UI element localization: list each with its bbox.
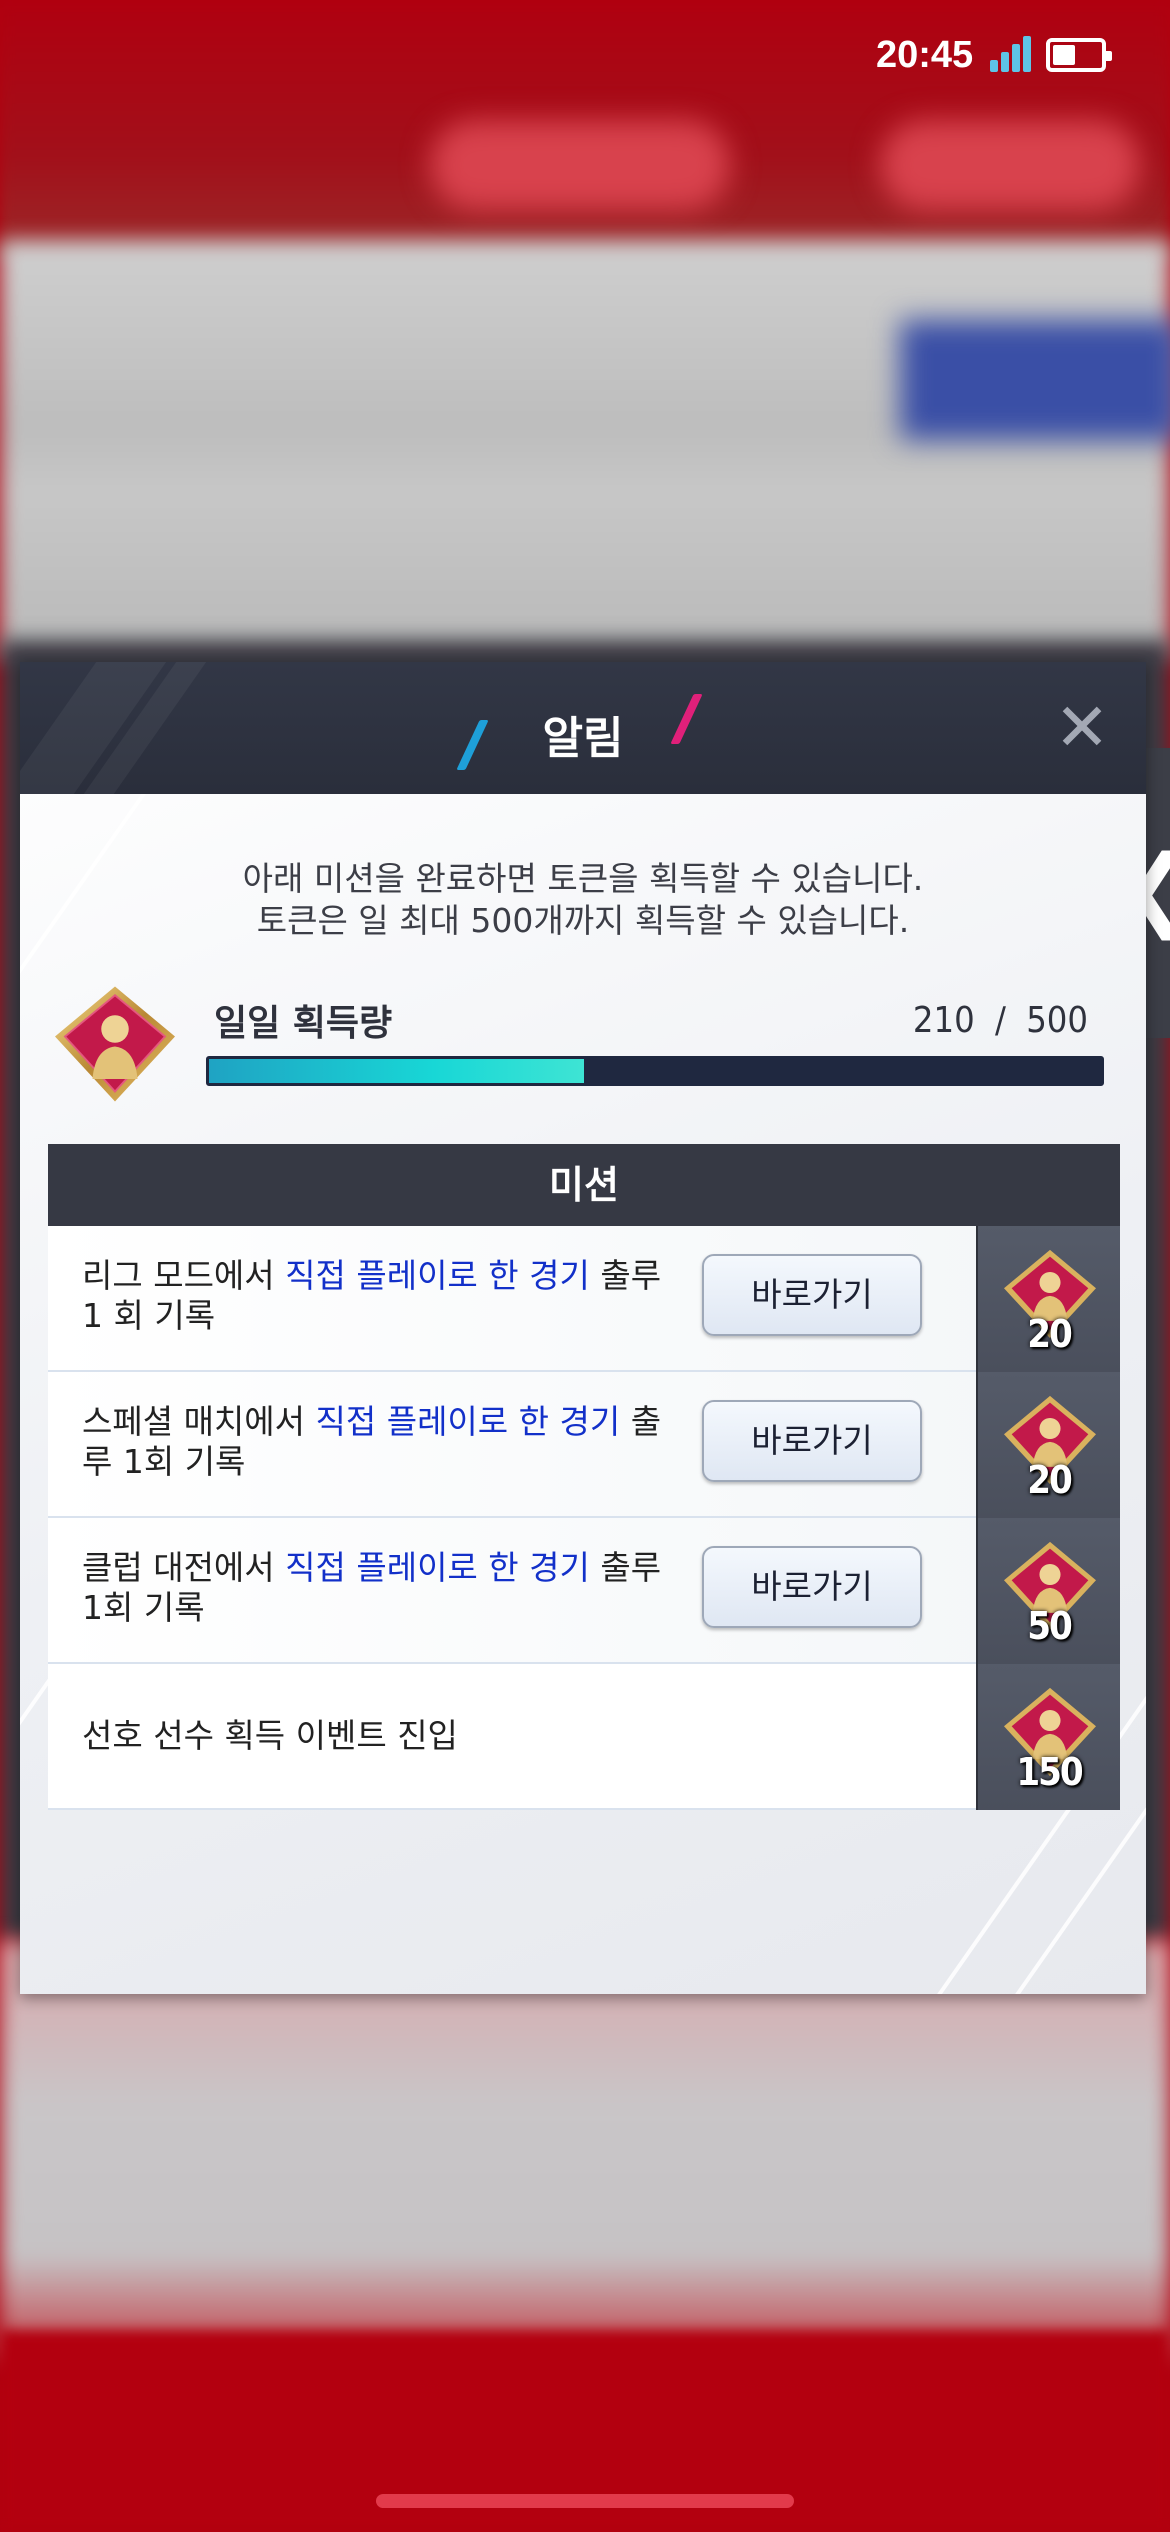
daily-max-value: 500 xyxy=(1026,1000,1088,1041)
daily-current-value: 210 xyxy=(912,1000,975,1041)
daily-earned-count: 210 / 500 xyxy=(913,1000,1088,1041)
daily-progress-fill xyxy=(209,1059,584,1083)
mission-description: 아래 미션을 완료하면 토큰을 획득할 수 있습니다. 토큰은 일 최대 500… xyxy=(20,858,1146,942)
daily-earned-label: 일일 획득량 xyxy=(214,1003,393,1044)
mission-text-part: 리그 모드에서 xyxy=(82,1256,286,1295)
mission-reward: 20 xyxy=(976,1226,1120,1372)
mission-highlight: 직접 플레이로 한 경기 xyxy=(285,1256,590,1295)
daily-separator: / xyxy=(994,1000,1006,1041)
mission-text: 리그 모드에서 직접 플레이로 한 경기 출루 1 회 기록 xyxy=(82,1256,682,1336)
go-to-mission-button[interactable]: 바로가기 xyxy=(702,1400,922,1482)
notification-dialog: 알림 ✕ 아래 미션을 완료하면 토큰을 획득할 수 있습니다. 토큰은 일 최… xyxy=(20,662,1146,1994)
mission-highlight: 직접 플레이로 한 경기 xyxy=(315,1402,621,1441)
mission-reward: 20 xyxy=(976,1372,1120,1518)
mission-text: 스페셜 매치에서 직접 플레이로 한 경기 출루 1회 기록 xyxy=(82,1402,682,1482)
mission-text-part: 스페셜 매치에서 xyxy=(82,1402,316,1441)
go-to-mission-button[interactable]: 바로가기 xyxy=(702,1546,922,1628)
dialog-header: 알림 ✕ xyxy=(20,662,1146,794)
mission-row: 스페셜 매치에서 직접 플레이로 한 경기 출루 1회 기록 바로가기 20 xyxy=(48,1372,1120,1518)
mission-row: 리그 모드에서 직접 플레이로 한 경기 출루 1 회 기록 바로가기 20 xyxy=(48,1226,1120,1372)
reward-amount: 20 xyxy=(1027,1312,1073,1356)
daily-progress-bar xyxy=(206,1056,1104,1086)
description-line: 토큰은 일 최대 500개까지 획득할 수 있습니다. xyxy=(256,901,910,940)
description-line: 아래 미션을 완료하면 토큰을 획득할 수 있습니다. xyxy=(242,859,924,898)
home-indicator[interactable] xyxy=(376,2494,794,2508)
reward-amount: 150 xyxy=(1016,1750,1083,1794)
mission-text-part: 클럽 대전에서 xyxy=(82,1548,286,1587)
mission-section-header: 미션 xyxy=(48,1144,1120,1226)
mission-reward: 150 xyxy=(976,1664,1120,1810)
mission-text: 클럽 대전에서 직접 플레이로 한 경기 출루 1회 기록 xyxy=(82,1548,682,1628)
mission-row: 클럽 대전에서 직접 플레이로 한 경기 출루 1회 기록 바로가기 50 xyxy=(48,1518,1120,1664)
mission-text: 선호 선수 획득 이벤트 진입 xyxy=(82,1716,458,1755)
battery-icon xyxy=(1046,38,1112,72)
mission-row: 선호 선수 획득 이벤트 진입 150 xyxy=(48,1664,1120,1810)
token-badge-icon xyxy=(55,986,175,1102)
reward-amount: 20 xyxy=(1027,1458,1073,1502)
dialog-title: 알림 xyxy=(542,713,624,764)
go-to-mission-button[interactable]: 바로가기 xyxy=(702,1254,922,1336)
reward-amount: 50 xyxy=(1027,1604,1073,1648)
status-time: 20:45 xyxy=(876,34,974,76)
mission-reward: 50 xyxy=(976,1518,1120,1664)
mission-list: 리그 모드에서 직접 플레이로 한 경기 출루 1 회 기록 바로가기 20 스… xyxy=(48,1226,1120,1810)
mission-highlight: 직접 플레이로 한 경기 xyxy=(285,1548,590,1587)
close-icon[interactable]: ✕ xyxy=(1052,695,1112,761)
signal-icon xyxy=(990,36,1034,72)
